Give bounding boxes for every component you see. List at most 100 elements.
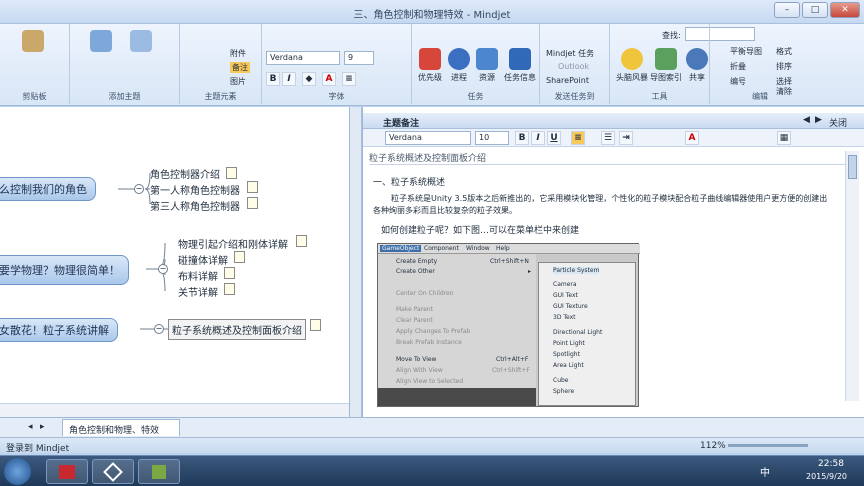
next-arrow-icon[interactable]: ▶: [815, 115, 822, 125]
add-subtopic-button[interactable]: [130, 30, 152, 54]
notes-content[interactable]: 粒子系统概述及控制面板介绍 一、粒子系统概述 粒子系统是Unity 3.5版本之…: [369, 151, 845, 407]
collapse-toggle[interactable]: −: [154, 324, 164, 334]
subtopic-third-person[interactable]: 第三人称角色控制器: [150, 198, 240, 213]
subtopic-rigidbody[interactable]: 物理引起介绍和刚体详解: [178, 236, 288, 251]
notes-color-button[interactable]: A: [685, 131, 699, 145]
task-info-button[interactable]: 任务信息: [504, 48, 536, 83]
collapse-toggle[interactable]: −: [134, 184, 144, 194]
subtopic-first-person[interactable]: 第一人称角色控制器: [150, 182, 240, 197]
brainstorm-button[interactable]: 头脑风暴: [616, 48, 648, 83]
app-icon: [152, 465, 166, 479]
submenu-item: Sphere: [553, 388, 575, 395]
notes-bold-button[interactable]: B: [515, 131, 529, 145]
notes-indent-button[interactable]: ⇥: [619, 131, 633, 145]
notes-header: 主题备注 ◀ ▶ 关闭: [363, 113, 864, 129]
taskbar-mindjet[interactable]: [46, 459, 88, 484]
tab-document[interactable]: 角色控制和物理、特效: [62, 419, 180, 436]
close-button[interactable]: ✕: [830, 2, 860, 18]
taskbar-app[interactable]: [138, 459, 180, 484]
notes-vertical-scrollbar[interactable]: [845, 151, 859, 401]
note-icon[interactable]: [247, 197, 258, 209]
notes-table-icon[interactable]: ▦: [777, 131, 791, 145]
subtopic-cloth[interactable]: 布料详解: [178, 268, 218, 283]
share-label: 共享: [689, 73, 705, 82]
collapse-button[interactable]: 折叠: [730, 61, 746, 72]
tab-scroll-right-icon[interactable]: ▸: [40, 422, 45, 432]
add-topic-button[interactable]: [90, 30, 112, 54]
taskbar: 中 22:58 2015/9/20: [0, 455, 864, 486]
note-icon[interactable]: [226, 167, 237, 179]
map-index-button[interactable]: 导图索引: [650, 48, 682, 83]
subtopic-character-controller[interactable]: 角色控制器介绍: [150, 166, 220, 181]
zoom-slider[interactable]: [728, 444, 808, 447]
progress-icon: [448, 48, 470, 70]
notes-list-button[interactable]: ☰: [601, 131, 615, 145]
scrollbar-thumb[interactable]: [848, 155, 857, 179]
note-icon[interactable]: [310, 319, 321, 331]
resource-button[interactable]: 资源: [476, 48, 498, 83]
note-icon[interactable]: [224, 267, 235, 279]
minimize-button[interactable]: –: [774, 2, 800, 18]
font-size-select[interactable]: 9: [344, 51, 374, 65]
unity-submenu: Particle System Camera GUI Text GUI Text…: [538, 262, 636, 406]
note-icon[interactable]: [296, 235, 307, 247]
map-index-label: 导图索引: [650, 73, 682, 82]
notes-close-button[interactable]: 关闭: [829, 116, 847, 129]
share-button[interactable]: 共享: [686, 48, 708, 83]
outlook-button[interactable]: Outlook: [558, 62, 589, 71]
sharepoint-button[interactable]: SharePoint: [546, 76, 589, 85]
main-topic-physics[interactable]: 要学物理？物理很简单！: [0, 255, 129, 285]
fill-color-icon[interactable]: ◆: [302, 72, 316, 86]
note-icon[interactable]: [234, 251, 245, 263]
subtopic-particle-overview[interactable]: 粒子系统概述及控制面板介绍: [168, 319, 306, 340]
notes-italic-button[interactable]: I: [531, 131, 545, 145]
mindjet-login-link[interactable]: 登录到 Mindjet: [6, 441, 69, 454]
numbering-button[interactable]: 编号: [730, 76, 746, 87]
balance-map-button[interactable]: 平衡导图: [730, 46, 762, 57]
mindmap-canvas[interactable]: 么控制我们的角色 − 角色控制器介绍 第一人称角色控制器 第三人称角色控制器 要…: [0, 107, 350, 417]
unity-dropdown: Create Empty Ctrl+Shift+N Create Other ▸ C…: [378, 254, 536, 406]
maximize-button[interactable]: □: [802, 2, 828, 18]
tab-scroll-left-icon[interactable]: ◂: [28, 422, 33, 432]
start-button[interactable]: [4, 458, 31, 485]
status-bar: 登录到 Mindjet 112%: [0, 437, 864, 454]
prev-arrow-icon[interactable]: ◀: [803, 115, 810, 125]
taskbar-unity[interactable]: [92, 459, 134, 484]
task-info-label: 任务信息: [504, 73, 536, 82]
group-topic-elements: 附件 备注 图片 主题元素: [180, 24, 262, 104]
notes-button[interactable]: 备注: [230, 62, 250, 73]
italic-button[interactable]: I: [282, 72, 296, 86]
font-name-select[interactable]: Verdana: [266, 51, 340, 65]
priority-button[interactable]: 优先级: [418, 48, 442, 83]
notes-align-button[interactable]: ≡: [571, 131, 585, 145]
ime-indicator[interactable]: 中: [760, 464, 770, 479]
submenu-item: GUI Texture: [553, 303, 588, 310]
progress-button[interactable]: 进程: [448, 48, 470, 83]
subtopic-collider[interactable]: 碰撞体详解: [178, 252, 228, 267]
clock-date: 2015/9/20: [806, 472, 848, 481]
attachment-button[interactable]: 附件: [230, 48, 246, 59]
main-topic-character-control[interactable]: 么控制我们的角色: [0, 177, 96, 201]
note-icon[interactable]: [224, 283, 235, 295]
paste-button[interactable]: [22, 30, 44, 54]
image-button[interactable]: 图片: [230, 76, 246, 87]
group-send-tasks: Mindjet 任务 Outlook SharePoint 发送任务到: [540, 24, 610, 104]
priority-icon: [419, 48, 441, 70]
main-topic-particles[interactable]: 女散花！粒子系统讲解: [0, 318, 118, 342]
subtopic-joint[interactable]: 关节详解: [178, 284, 218, 299]
canvas-horizontal-scrollbar[interactable]: [0, 403, 349, 417]
menu-shortcut: Ctrl+Shift+N: [490, 258, 529, 265]
align-icon[interactable]: ≡: [342, 72, 356, 86]
group-label-clipboard: 剪贴板: [22, 92, 47, 101]
sort-button[interactable]: 排序: [776, 61, 792, 72]
font-color-icon[interactable]: A: [322, 72, 336, 86]
note-icon[interactable]: [247, 181, 258, 193]
format-button[interactable]: 格式: [776, 46, 792, 57]
notes-font-select[interactable]: Verdana: [385, 131, 471, 145]
bold-button[interactable]: B: [266, 72, 280, 86]
notes-size-select[interactable]: 10: [475, 131, 509, 145]
collapse-toggle[interactable]: −: [158, 264, 168, 274]
notes-underline-button[interactable]: U: [547, 131, 561, 145]
pane-splitter[interactable]: [350, 107, 362, 417]
mindjet-tasks-button[interactable]: Mindjet 任务: [546, 48, 594, 59]
